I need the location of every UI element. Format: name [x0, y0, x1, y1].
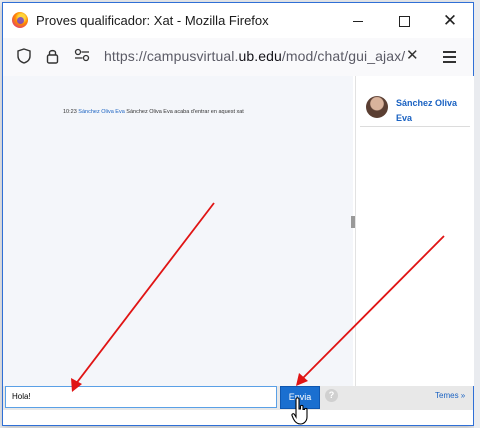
- annotation-arrow-send: [301, 235, 445, 380]
- annotation-arrows: [71, 202, 445, 392]
- annotation-arrow-input: [74, 202, 215, 386]
- annotation-arrowhead-input: [71, 378, 82, 392]
